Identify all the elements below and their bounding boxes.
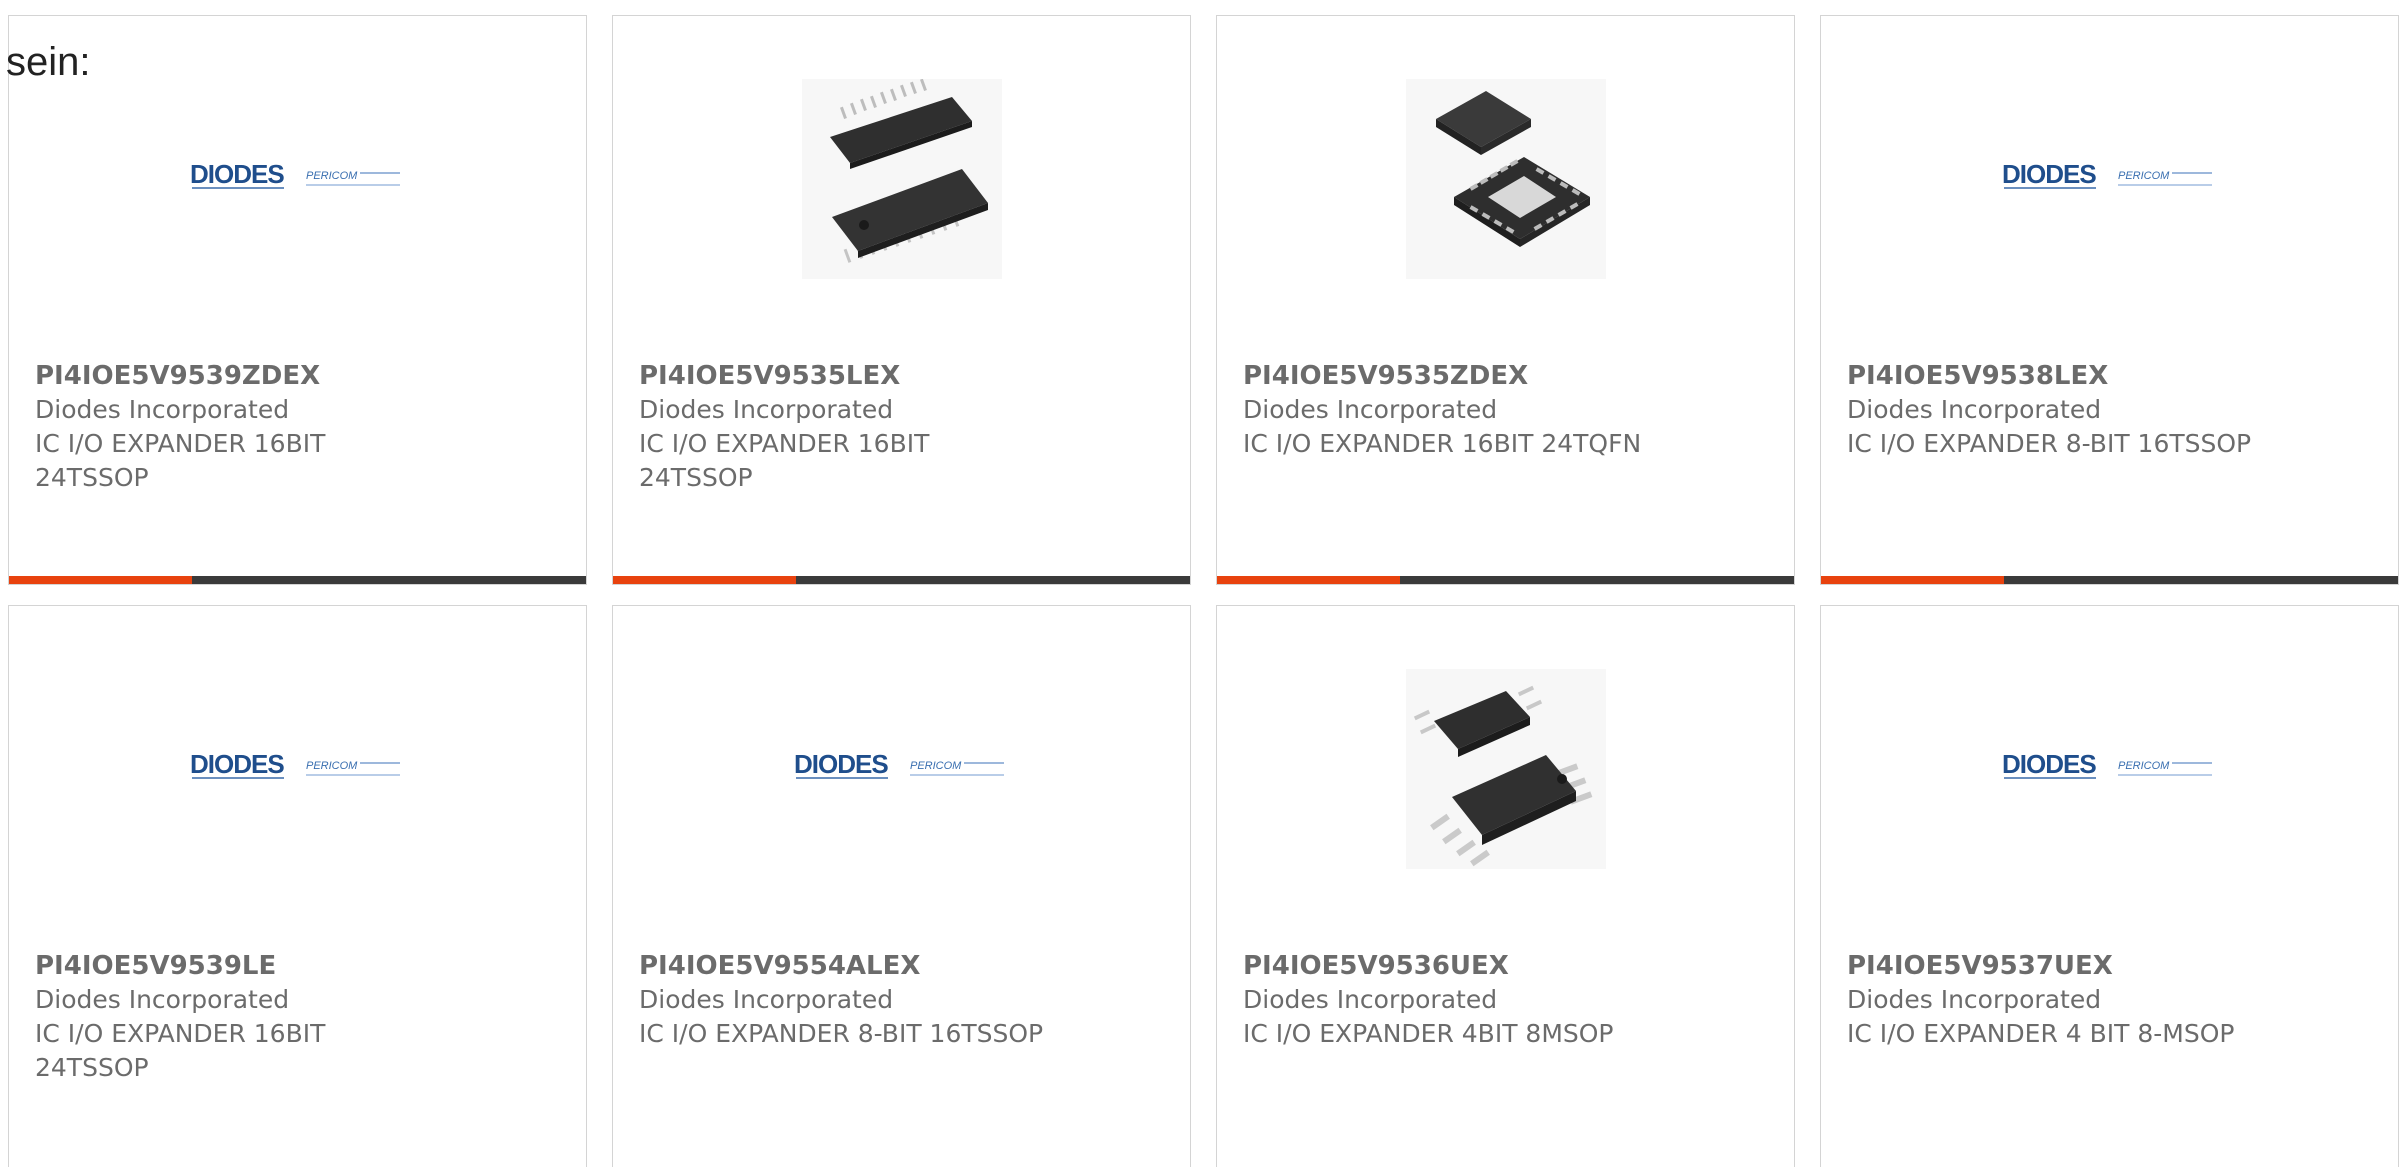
part-number-link[interactable]: PI4IOE5V9537UEX — [1847, 949, 2378, 983]
product-description: IC I/O EXPANDER 8-BIT 16TSSOP — [1847, 429, 2252, 458]
part-number-link[interactable]: PI4IOE5V9539ZDEX — [35, 359, 566, 393]
svg-text:DIODES: DIODES — [190, 159, 284, 189]
card-bottom-bar — [1821, 576, 2398, 584]
card-bottom-bar — [9, 576, 586, 584]
product-image: DIODES PERICOM — [1821, 76, 2398, 281]
card-accent-bar — [9, 576, 192, 584]
manufacturer-name: Diodes Incorporated — [35, 395, 290, 424]
svg-text:PERICOM: PERICOM — [2118, 760, 2170, 772]
product-description: IC I/O EXPANDER 4 BIT 8-MSOP — [1847, 1019, 2235, 1048]
card-bottom-bar — [1217, 576, 1794, 584]
part-number-link[interactable]: PI4IOE5V9536UEX — [1243, 949, 1774, 983]
manufacturer-name: Diodes Incorporated — [1847, 985, 2102, 1014]
svg-text:DIODES: DIODES — [794, 749, 888, 779]
manufacturer-name: Diodes Incorporated — [1847, 395, 2102, 424]
product-image: DIODES PERICOM — [9, 666, 586, 871]
product-card[interactable]: PI4IOE5V9535LEX Diodes Incorporated IC I… — [612, 15, 1191, 585]
product-description: IC I/O EXPANDER 16BIT 24TQFN — [1243, 429, 1642, 458]
part-number-link[interactable]: PI4IOE5V9535LEX — [639, 359, 1170, 393]
product-image: DIODES PERICOM — [9, 76, 586, 281]
diodes-pericom-logo: DIODES PERICOM — [2002, 749, 2212, 779]
svg-text:DIODES: DIODES — [2002, 749, 2096, 779]
product-card[interactable]: DIODES PERICOM PI4IOE5V9538LEX Diodes In… — [1820, 15, 2399, 585]
part-number-link[interactable]: PI4IOE5V9554ALEX — [639, 949, 1170, 983]
product-image — [613, 76, 1190, 281]
svg-text:PERICOM: PERICOM — [910, 760, 962, 772]
product-description: IC I/O EXPANDER 16BIT 24TSSOP — [35, 429, 326, 492]
manufacturer-name: Diodes Incorporated — [1243, 985, 1498, 1014]
msop-chip-icon — [1405, 668, 1606, 869]
svg-text:DIODES: DIODES — [2002, 159, 2096, 189]
svg-text:DIODES: DIODES — [190, 749, 284, 779]
product-image — [1217, 666, 1794, 871]
product-grid-page: sein: DIODES PERICOM PI4IOE5V9539ZDEX Di… — [0, 0, 2400, 1167]
manufacturer-name: Diodes Incorporated — [35, 985, 290, 1014]
svg-text:PERICOM: PERICOM — [2118, 170, 2170, 182]
part-number-link[interactable]: PI4IOE5V9535ZDEX — [1243, 359, 1774, 393]
part-number-link[interactable]: PI4IOE5V9538LEX — [1847, 359, 2378, 393]
product-card[interactable]: DIODES PERICOM PI4IOE5V9539LE Diodes Inc… — [8, 605, 587, 1167]
tqfn-chip-icon — [1405, 78, 1606, 279]
card-accent-bar — [1821, 576, 2004, 584]
product-card[interactable]: PI4IOE5V9535ZDEX Diodes Incorporated IC … — [1216, 15, 1795, 585]
product-description: IC I/O EXPANDER 4BIT 8MSOP — [1243, 1019, 1614, 1048]
part-number-link[interactable]: PI4IOE5V9539LE — [35, 949, 566, 983]
product-image — [1217, 76, 1794, 281]
card-accent-bar — [613, 576, 796, 584]
manufacturer-name: Diodes Incorporated — [639, 985, 894, 1014]
diodes-pericom-logo: DIODES PERICOM — [190, 749, 400, 779]
product-image: DIODES PERICOM — [613, 666, 1190, 871]
manufacturer-name: Diodes Incorporated — [1243, 395, 1498, 424]
product-image: DIODES PERICOM — [1821, 666, 2398, 871]
svg-text:PERICOM: PERICOM — [306, 760, 358, 772]
diodes-pericom-logo: DIODES PERICOM — [190, 159, 400, 189]
card-accent-bar — [1217, 576, 1400, 584]
card-bottom-bar — [613, 576, 1190, 584]
product-description: IC I/O EXPANDER 16BIT 24TSSOP — [639, 429, 930, 492]
product-card[interactable]: DIODES PERICOM PI4IOE5V9537UEX Diodes In… — [1820, 605, 2399, 1167]
svg-text:PERICOM: PERICOM — [306, 170, 358, 182]
product-card[interactable]: PI4IOE5V9536UEX Diodes Incorporated IC I… — [1216, 605, 1795, 1167]
product-card[interactable]: DIODES PERICOM PI4IOE5V9539ZDEX Diodes I… — [8, 15, 587, 585]
diodes-pericom-logo: DIODES PERICOM — [2002, 159, 2212, 189]
tssop-chip-icon — [801, 78, 1002, 279]
product-description: IC I/O EXPANDER 16BIT 24TSSOP — [35, 1019, 326, 1082]
intro-text: sein: — [6, 40, 91, 84]
product-card[interactable]: DIODES PERICOM PI4IOE5V9554ALEX Diodes I… — [612, 605, 1191, 1167]
diodes-pericom-logo: DIODES PERICOM — [794, 749, 1004, 779]
product-description: IC I/O EXPANDER 8-BIT 16TSSOP — [639, 1019, 1044, 1048]
manufacturer-name: Diodes Incorporated — [639, 395, 894, 424]
